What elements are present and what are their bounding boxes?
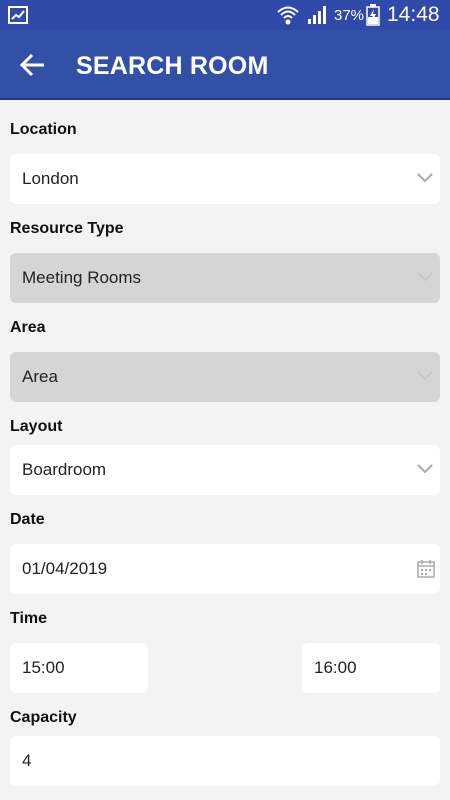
- location-value: London: [22, 169, 79, 188]
- signal-icon: [308, 6, 326, 24]
- resource-type-value: Meeting Rooms: [22, 268, 142, 287]
- chevron-down-icon: [417, 371, 433, 381]
- start-time-value: 15:00: [22, 658, 65, 677]
- end-time-field[interactable]: 16:00: [302, 643, 440, 693]
- layout-select[interactable]: Boardroom: [10, 445, 440, 495]
- date-value: 01/04/2019: [22, 559, 108, 578]
- area-select[interactable]: Area: [10, 352, 440, 402]
- app-bar: SEARCH ROOM: [0, 30, 450, 100]
- location-label: Location: [10, 121, 77, 138]
- date-field[interactable]: 01/04/2019: [10, 544, 440, 594]
- clock: 14:48: [387, 3, 440, 26]
- area-label: Area: [10, 319, 46, 336]
- layout-label: Layout: [10, 418, 63, 435]
- location-select[interactable]: London: [10, 154, 440, 204]
- page-title: SEARCH ROOM: [76, 52, 269, 80]
- capacity-value: 4: [22, 751, 32, 770]
- area-value: Area: [22, 367, 58, 386]
- time-label: Time: [10, 610, 48, 627]
- date-label: Date: [10, 511, 45, 528]
- battery-charging-icon: [366, 4, 380, 26]
- capacity-field[interactable]: 4: [10, 736, 440, 786]
- chevron-down-icon: [417, 173, 433, 183]
- capacity-label: Capacity: [10, 709, 77, 726]
- layout-value: Boardroom: [22, 460, 107, 479]
- resource-type-label: Resource Type: [10, 220, 124, 237]
- gallery-icon: [8, 6, 28, 24]
- start-time-field[interactable]: 15:00: [10, 643, 148, 693]
- arrow-left-icon: [19, 53, 44, 77]
- back-button[interactable]: [18, 51, 48, 79]
- battery-percent: 37%: [334, 7, 365, 24]
- chevron-down-icon: [417, 272, 433, 282]
- resource-type-select[interactable]: Meeting Rooms: [10, 253, 440, 303]
- end-time-value: 16:00: [314, 658, 357, 677]
- status-bar: 37% 14:48: [0, 0, 450, 30]
- wifi-icon: [277, 6, 299, 25]
- chevron-down-icon: [417, 464, 433, 474]
- calendar-icon: [417, 560, 435, 578]
